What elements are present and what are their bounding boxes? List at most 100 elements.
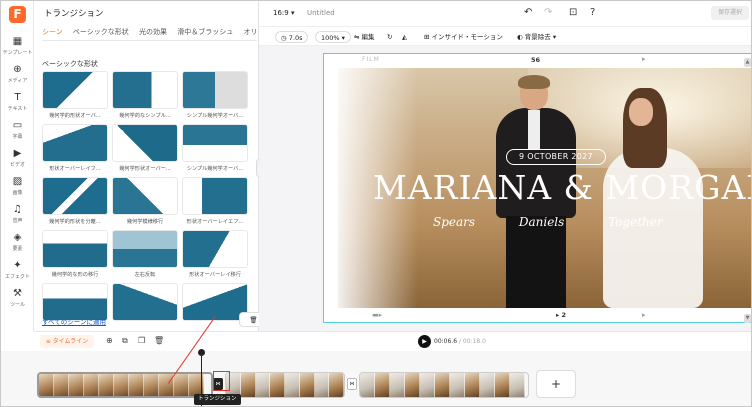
arrow-icon: ▬▸: [372, 311, 383, 319]
play-button[interactable]: ▶: [418, 335, 431, 348]
apply-all-link[interactable]: すべてのシーンに適用: [42, 316, 106, 326]
rail-item-media[interactable]: ⊕ メディア: [1, 64, 34, 90]
transition-preview: [42, 177, 108, 215]
frame-number-top: 56: [531, 56, 541, 64]
project-title[interactable]: Untitled: [307, 9, 335, 17]
transition-thumb[interactable]: 形状オーバーレイエフ...: [182, 177, 248, 225]
transition-thumb[interactable]: 幾何学的なシンプル...: [112, 71, 178, 119]
rail-item-audio[interactable]: ♫ 音声: [1, 204, 34, 230]
duration-button[interactable]: ◷ 7.0s: [275, 31, 309, 43]
date-text[interactable]: 9 OCTOBER 2027: [506, 149, 606, 165]
transition-label: 幾何学的形状オーバ...: [49, 113, 101, 119]
tab-more[interactable]: オリ: [243, 27, 257, 40]
transition-thumb[interactable]: 形状オーバーレイフ...: [42, 124, 108, 172]
rail-item-effects[interactable]: ✦ エフェクト: [1, 260, 34, 286]
film-label: FILM: [362, 56, 380, 63]
transition-preview: [182, 177, 248, 215]
redo-icon[interactable]: ↷: [544, 7, 552, 18]
annotation-highlight: [213, 371, 230, 391]
video-icon: ▶: [13, 148, 22, 159]
time-display: 00:06.6 / 00:18.0: [434, 338, 486, 345]
transition-label: 形状オーバーレイエフ...: [186, 219, 244, 225]
transition-thumb[interactable]: 幾何学的な形の移行: [42, 230, 108, 278]
timeline-button[interactable]: ≡ タイムライン: [40, 335, 94, 348]
app-logo[interactable]: F: [9, 6, 26, 23]
transition-panel: トランジション シーン ベーシックな形状 光の効果 滑中＆ブラッシュ オリ ベー…: [34, 1, 283, 331]
rail-item-elements[interactable]: ◈ 要素: [1, 232, 34, 258]
rail-item-video[interactable]: ▶ ビデオ: [1, 148, 34, 174]
duplicate-icon[interactable]: ❐: [138, 336, 145, 345]
split-icon[interactable]: ⧉: [122, 336, 128, 346]
frame-number-bottom: ▸ 2: [556, 311, 567, 319]
elements-icon: ◈: [13, 232, 22, 243]
screenshot-icon[interactable]: ⊡: [569, 7, 577, 18]
rail-item-image[interactable]: ▨ 画像: [1, 176, 34, 202]
transition-thumb[interactable]: 幾何学的形状オーバ...: [42, 71, 108, 119]
transition-preview: [182, 124, 248, 162]
transition-thumb[interactable]: 左右反転: [112, 230, 178, 278]
tab-slide-brush[interactable]: 滑中＆ブラッシュ: [177, 27, 233, 40]
undo-icon[interactable]: ↶: [524, 7, 532, 18]
transition-label: シンプル幾何学オーバ...: [186, 166, 244, 172]
add-clip-button[interactable]: +: [536, 370, 576, 398]
rail-item-tools[interactable]: ⚒ ツール: [1, 288, 34, 314]
tools-icon: ⚒: [13, 288, 22, 299]
timeline-clip[interactable]: [225, 372, 345, 398]
transition-label: 幾何学形状オーバー...: [119, 166, 171, 172]
rail-item-text[interactable]: T テキスト: [1, 92, 34, 118]
transition-marker[interactable]: ⋈: [347, 378, 357, 390]
aspect-ratio-select[interactable]: 16:9 ▾: [273, 9, 294, 17]
rail-item-template[interactable]: ▦ テンプレート: [1, 36, 34, 62]
trash-icon[interactable]: 🗑: [154, 336, 164, 345]
canvas-workspace: FILM 56 ▸ 9 OCTOBER 2027 MARIANA & MORGA…: [259, 46, 751, 331]
media-icon: ⊕: [13, 64, 22, 75]
wedding-photo: 9 OCTOBER 2027 MARIANA & MORGAN Spears D…: [338, 68, 751, 308]
names-title[interactable]: MARIANA & MORGAN: [373, 168, 751, 207]
scroll-up-icon[interactable]: ▲: [744, 58, 751, 67]
transition-thumb[interactable]: 幾何学模様移行: [112, 177, 178, 225]
transition-preview: [112, 124, 178, 162]
scroll-down-icon[interactable]: ▼: [744, 314, 751, 323]
audio-icon: ♫: [13, 204, 22, 215]
transition-thumb[interactable]: シンプル幾何学オーバ...: [182, 124, 248, 172]
export-button[interactable]: 保存選択: [711, 6, 749, 20]
rail-item-subtitle[interactable]: ▭ 字幕: [1, 120, 34, 146]
script-subtitle[interactable]: Spears Daniels Together: [433, 215, 751, 229]
tab-basic-shapes[interactable]: ベーシックな形状: [73, 27, 129, 40]
arrow-icon: ▸: [642, 311, 646, 319]
transition-thumb[interactable]: [112, 283, 178, 321]
transition-label: 左右反転: [134, 272, 156, 278]
tab-light-effects[interactable]: 光の効果: [139, 27, 167, 40]
help-icon[interactable]: ?: [590, 7, 595, 18]
panel-title: トランジション: [44, 9, 104, 19]
bg-remove-button[interactable]: ◐ 背景除去 ▾: [517, 31, 556, 43]
transition-preview: [182, 230, 248, 268]
transition-label: 幾何学模様移行: [126, 219, 164, 225]
subtitle-icon: ▭: [12, 120, 23, 131]
top-bar: 16:9 ▾ Untitled ↶ ↷ ⊡ ? 保存選択: [259, 1, 751, 27]
transition-thumb[interactable]: 幾何学形状オーバー...: [112, 124, 178, 172]
transition-label: 幾何学的なシンプル...: [119, 113, 171, 119]
inside-motion-button[interactable]: ⊞ インサイド・モーション: [424, 31, 503, 43]
timeline-clip[interactable]: [359, 372, 529, 398]
transition-preview: [182, 71, 248, 109]
transition-label: 幾何学的な形の移行: [51, 272, 99, 278]
add-icon[interactable]: ⊕: [106, 336, 113, 345]
transition-preview: [42, 71, 108, 109]
left-rail: F ▦ テンプレート ⊕ メディア T テキスト ▭ 字幕 ▶ ビデオ ▨ 画像 ♫ 音声 ◈…: [1, 1, 34, 331]
video-canvas[interactable]: FILM 56 ▸ 9 OCTOBER 2027 MARIANA & MORGA…: [323, 53, 751, 323]
image-icon: ▨: [12, 176, 23, 187]
tab-scene[interactable]: シーン: [42, 27, 63, 40]
flip-icon[interactable]: ◭: [402, 31, 407, 43]
transition-thumb[interactable]: 幾何学的形状を分離...: [42, 177, 108, 225]
transition-thumb[interactable]: 形状オーバーレイ移行: [182, 230, 248, 278]
app-window: F ▦ テンプレート ⊕ メディア T テキスト ▭ 字幕 ▶ ビデオ ▨ 画像 ♫ 音声 ◈…: [0, 0, 752, 407]
transition-thumb[interactable]: シンプル幾何学オーバ...: [182, 71, 248, 119]
timeline-clip-selected[interactable]: [37, 372, 213, 398]
transition-label: シンプル幾何学オーバ...: [186, 113, 244, 119]
zoom-select[interactable]: 100% ▾: [315, 31, 351, 43]
edit-button[interactable]: ⇋ 編集: [354, 31, 375, 43]
transition-preview: [112, 71, 178, 109]
rotate-icon[interactable]: ↻: [387, 31, 392, 43]
transition-preview: [112, 283, 178, 321]
